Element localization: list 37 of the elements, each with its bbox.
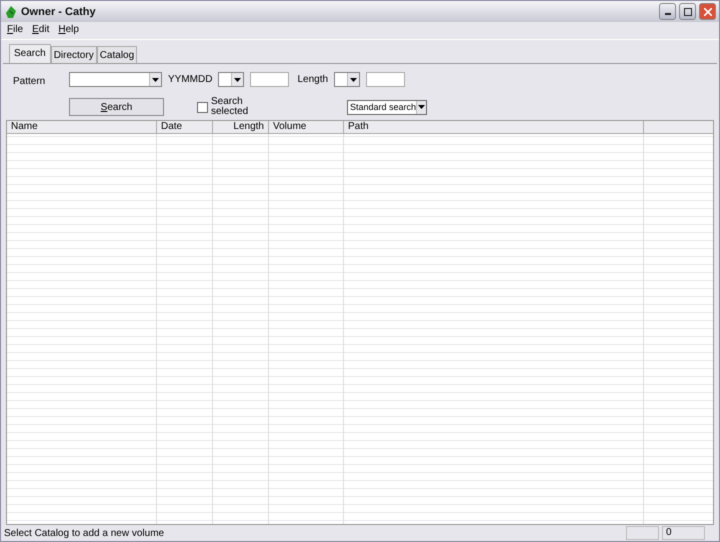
length-field[interactable] <box>366 72 406 87</box>
dropdown-arrow-icon <box>350 78 358 82</box>
minimize-button[interactable] <box>659 3 676 20</box>
close-icon <box>704 8 712 16</box>
status-count: 0 <box>662 526 705 540</box>
length-operator-dropdown[interactable] <box>334 72 360 87</box>
dropdown-arrow-icon <box>418 105 426 109</box>
pattern-dropdown[interactable] <box>69 72 162 87</box>
search-selected-checkbox[interactable] <box>197 102 208 112</box>
status-message: Select Catalog to add a new volume <box>4 528 166 538</box>
app-icon <box>4 4 18 18</box>
tab[interactable]: Search <box>9 44 51 63</box>
search-selected-label: Search selected <box>211 97 250 117</box>
dropdown-arrow-icon <box>152 78 159 82</box>
dropdown-arrow-icon <box>234 78 242 82</box>
date-label: YYMMDD <box>168 74 212 85</box>
menu-item[interactable]: Help <box>58 24 79 37</box>
status-pane <box>626 526 659 540</box>
maximize-icon <box>684 8 692 16</box>
maximize-button[interactable] <box>679 3 696 20</box>
window-title: Owner - Cathy <box>21 6 97 18</box>
length-label: Length <box>297 74 328 85</box>
date-operator-dropdown[interactable] <box>218 72 244 87</box>
close-button[interactable] <box>699 3 716 20</box>
column-header[interactable]: Length <box>213 121 269 133</box>
menu-item[interactable]: Edit <box>32 24 50 37</box>
column-header[interactable]: Path <box>344 121 644 133</box>
column-header[interactable]: Date <box>157 121 213 133</box>
tab[interactable]: Catalog <box>96 46 138 63</box>
date-field[interactable] <box>250 72 290 87</box>
search-mode-dropdown[interactable]: Standard search <box>347 100 427 114</box>
pattern-label: Pattern <box>13 76 46 86</box>
column-header[interactable]: Name <box>7 121 157 133</box>
tab[interactable]: Directory <box>50 46 97 63</box>
menu-item[interactable]: File <box>7 24 24 37</box>
column-header[interactable]: Volume <box>269 121 344 133</box>
search-button[interactable]: Search <box>69 98 164 116</box>
